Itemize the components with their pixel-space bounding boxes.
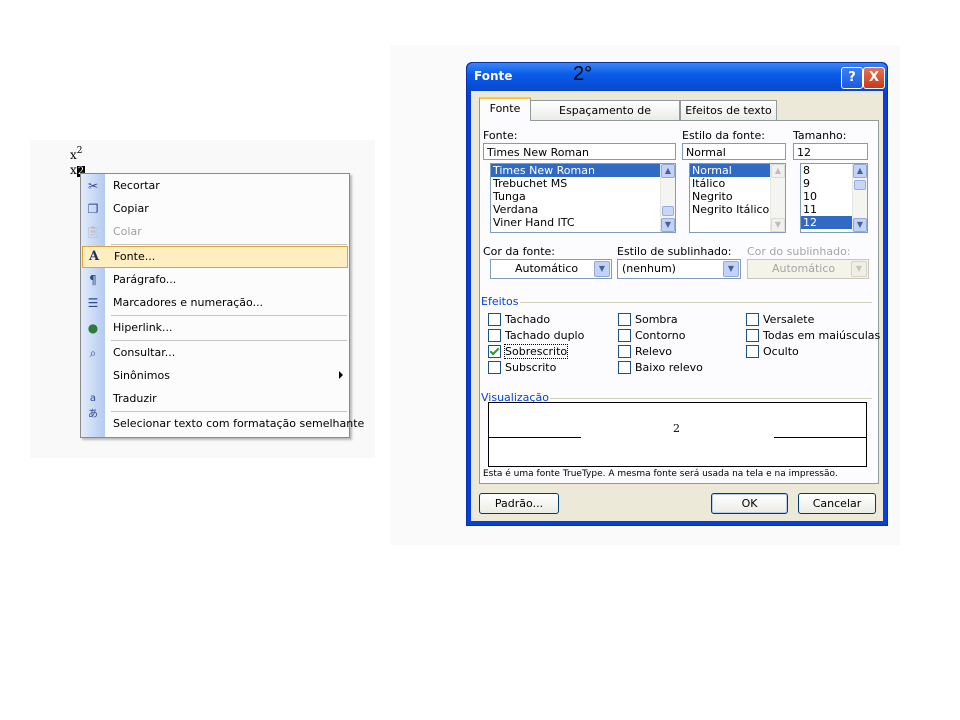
submenu-arrow-icon xyxy=(339,371,343,379)
effects-group-label: Efeitos xyxy=(481,295,519,308)
scroll-up-icon[interactable]: ▲ xyxy=(771,164,785,178)
menu-item-copiar[interactable]: ❐ Copiar xyxy=(81,198,349,220)
font-option[interactable]: Times New Roman xyxy=(491,164,675,177)
underline-color-label: Cor do sublinhado: xyxy=(747,245,851,258)
sample-exponent: 2 xyxy=(76,146,83,156)
font-list[interactable]: Times New Roman Trebuchet MS Tunga Verda… xyxy=(490,163,676,233)
preview-text: 2 xyxy=(673,422,680,435)
scroll-up-icon[interactable]: ▲ xyxy=(853,164,867,178)
size-label: Tamanho: xyxy=(793,129,847,142)
menu-separator xyxy=(111,411,347,412)
hyperlink-icon: ● xyxy=(87,321,99,335)
preview-group-line xyxy=(550,398,872,399)
font-icon: A xyxy=(88,249,100,264)
font-color-label: Cor da fonte: xyxy=(483,245,556,258)
menu-item-fonte[interactable]: A Fonte... xyxy=(82,246,348,268)
menu-item-recortar[interactable]: ✂ Recortar xyxy=(81,175,349,197)
size-input[interactable]: 12 xyxy=(793,143,868,160)
menu-item-selecionar-semelhante[interactable]: Selecionar texto com formatação semelhan… xyxy=(81,413,364,435)
tab-fonte[interactable]: Fonte xyxy=(479,97,531,121)
scroll-thumb[interactable] xyxy=(662,206,674,216)
size-option[interactable]: 12 xyxy=(801,216,853,229)
font-list-scrollbar[interactable]: ▲ ▼ xyxy=(660,164,675,232)
truetype-info: Esta é uma fonte TrueType. A mesma fonte… xyxy=(483,469,838,479)
paste-icon: 📋︎ xyxy=(85,225,101,239)
ok-button[interactable]: OK xyxy=(711,493,788,514)
context-menu: ✂ Recortar ❐ Copiar 📋︎ Colar A Fonte... … xyxy=(80,173,364,438)
menu-item-sinonimos[interactable]: Sinônimos xyxy=(81,365,349,387)
menu-item-consultar[interactable]: ⌕ Consultar... xyxy=(81,342,349,364)
step-2-annotation: 2° xyxy=(573,63,593,85)
help-button[interactable]: ? xyxy=(841,67,863,89)
research-icon: ⌕ xyxy=(89,346,97,360)
scroll-thumb[interactable] xyxy=(854,180,866,190)
menu-separator xyxy=(111,340,347,341)
font-label: Fonte: xyxy=(483,129,518,142)
tab-espacamento[interactable]: Espaçamento de caracteres xyxy=(530,100,680,136)
paragraph-icon: ¶ xyxy=(89,273,97,287)
underline-style-label: Estilo de sublinhado: xyxy=(617,245,732,258)
copy-icon: ❐ xyxy=(87,202,99,216)
font-option[interactable]: Verdana xyxy=(491,203,675,216)
menu-item-paragrafo[interactable]: ¶ Parágrafo... xyxy=(81,269,349,291)
preview-box: 2 xyxy=(488,402,867,467)
superscript-sample-top: x2 xyxy=(70,146,83,162)
style-label: Estilo da fonte: xyxy=(682,129,765,142)
size-list-scrollbar[interactable]: ▲ ▼ xyxy=(852,164,867,232)
scroll-up-icon[interactable]: ▲ xyxy=(661,164,675,178)
sample-base: x xyxy=(70,148,77,162)
menu-item-traduzir[interactable]: aあ Traduzir xyxy=(81,388,349,420)
tab-efeitos-texto[interactable]: Efeitos de texto xyxy=(680,100,777,120)
scroll-down-icon[interactable]: ▼ xyxy=(771,218,785,232)
preview-baseline-right xyxy=(774,437,866,438)
dialog-client-area: Fonte Espaçamento de caracteres Efeitos … xyxy=(471,91,883,521)
menu-item-hiperlink[interactable]: ● Hiperlink... xyxy=(81,317,349,339)
font-option[interactable]: Tunga xyxy=(491,190,675,203)
scroll-down-icon[interactable]: ▼ xyxy=(853,218,867,232)
font-option[interactable]: Viner Hand ITC xyxy=(491,216,675,229)
style-input[interactable]: Normal xyxy=(682,143,786,160)
font-color-select[interactable]: Automático ▼ xyxy=(490,259,612,279)
dialog-titlebar[interactable]: Fonte ? X xyxy=(467,63,887,91)
underline-color-select[interactable]: Automático ▼ xyxy=(747,259,869,279)
close-button[interactable]: X xyxy=(863,67,885,89)
size-list[interactable]: 8 9 10 11 12 ▲ ▼ xyxy=(800,163,868,233)
tab-panel-fonte: Fonte: Times New Roman Times New Roman T… xyxy=(479,120,880,484)
style-list[interactable]: Normal Itálico Negrito Negrito Itálico ▲… xyxy=(689,163,786,233)
chevron-down-icon[interactable]: ▼ xyxy=(594,261,610,277)
menu-item-colar[interactable]: 📋︎ Colar xyxy=(81,221,349,243)
sample-base: x xyxy=(70,163,77,177)
underline-style-select[interactable]: (nenhum) ▼ xyxy=(617,259,741,279)
scissors-icon: ✂ xyxy=(87,179,99,193)
effects-group-line xyxy=(520,302,872,303)
translate-icon: aあ xyxy=(88,393,98,420)
menu-separator xyxy=(111,244,347,245)
chevron-down-icon[interactable]: ▼ xyxy=(723,261,739,277)
default-button[interactable]: Padrão... xyxy=(479,493,559,514)
preview-baseline-left xyxy=(489,437,581,438)
cancel-button[interactable]: Cancelar xyxy=(798,493,876,514)
bullets-icon: ☰ xyxy=(87,296,99,310)
font-option[interactable]: Trebuchet MS xyxy=(491,177,675,190)
chevron-down-icon[interactable]: ▼ xyxy=(851,261,867,277)
font-dialog: Fonte ? X 2° Fonte Espaçamento de caract… xyxy=(466,62,888,526)
scroll-down-icon[interactable]: ▼ xyxy=(661,218,675,232)
style-list-scrollbar[interactable]: ▲ ▼ xyxy=(770,164,785,232)
font-input[interactable]: Times New Roman xyxy=(483,143,676,160)
menu-separator xyxy=(111,315,347,316)
menu-item-marcadores[interactable]: ☰ Marcadores e numeração... xyxy=(81,292,349,314)
dialog-title: Fonte xyxy=(474,69,513,83)
